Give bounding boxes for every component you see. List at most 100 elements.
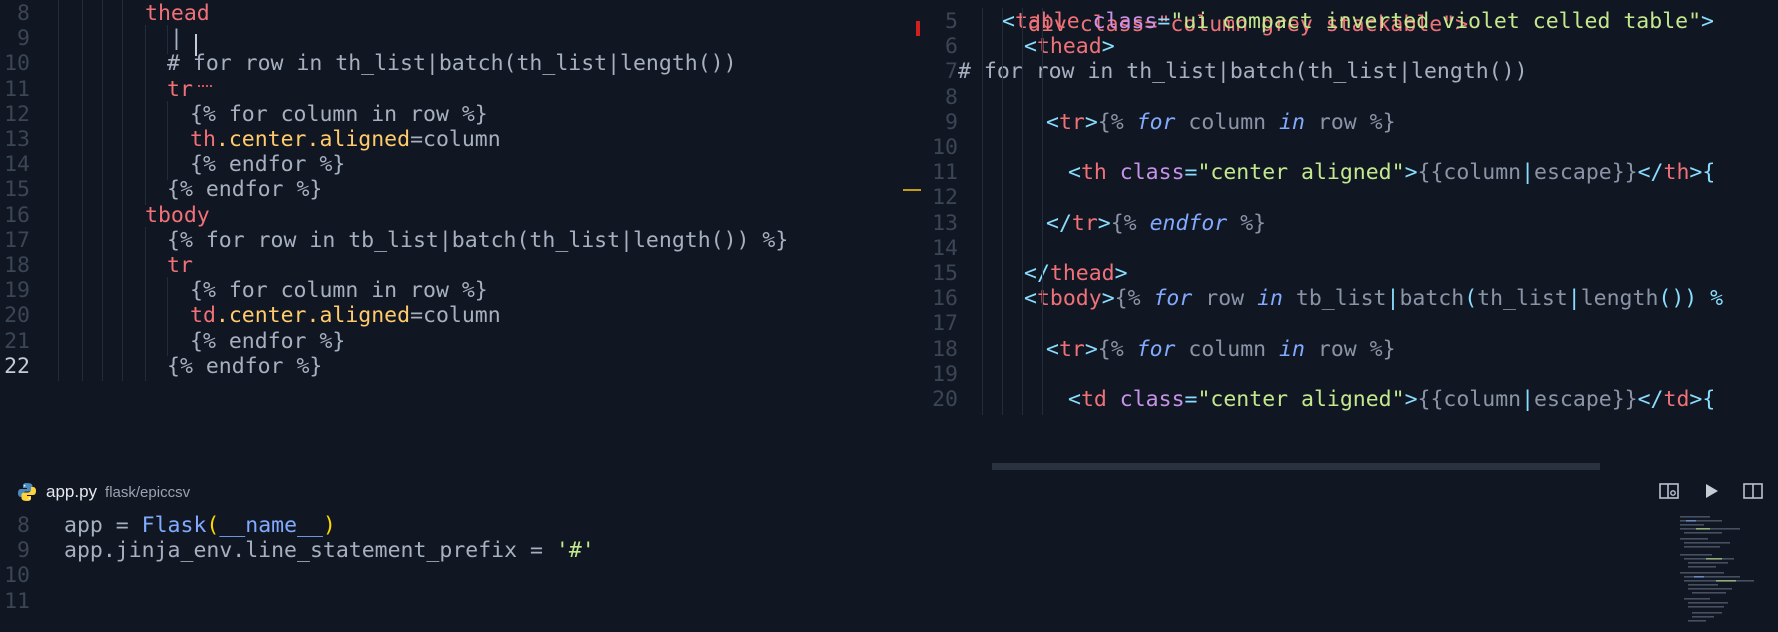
code-token: in [1257, 286, 1283, 312]
indent-guide [1042, 386, 1043, 415]
tab-app-py[interactable]: app.py flask/epiccsv [16, 479, 190, 505]
code-token: in [1279, 109, 1305, 135]
code-line[interactable]: 11 [0, 588, 1660, 617]
code-token: thead [145, 1, 210, 26]
indent-guide [982, 386, 983, 415]
code-token: app = [64, 513, 142, 538]
horizontal-scrollbar[interactable] [992, 463, 1600, 470]
minimap[interactable] [1676, 512, 1776, 628]
code-token: row %} [1304, 109, 1396, 135]
code-token: table [1014, 9, 1080, 34]
play-icon[interactable] [1698, 478, 1724, 504]
code-token: {{column [1417, 160, 1522, 186]
line-number: 22 [4, 353, 30, 379]
tab-filename: app.py [46, 482, 98, 501]
code-token: > [1097, 210, 1111, 236]
code-token: '#' [555, 538, 595, 564]
split-editor-icon[interactable] [1740, 478, 1766, 504]
code-token: | [170, 26, 183, 52]
code-token: < [1002, 9, 1015, 34]
code-token: tbody [145, 202, 210, 228]
code-token: %} [1227, 210, 1267, 236]
code-token: >{ [1689, 387, 1716, 412]
code-token: tr [167, 76, 193, 102]
code-token: # for row in th_list|batch(th_list|lengt… [167, 51, 737, 77]
code-token: > [1404, 160, 1418, 186]
indent-guide [82, 352, 83, 382]
code-token: td [1663, 387, 1690, 412]
code-token: =column [410, 303, 501, 329]
code-token: | [1521, 160, 1535, 186]
indent-guide [145, 352, 146, 382]
code-token: > [1114, 261, 1128, 286]
code-token: {% [1097, 109, 1137, 135]
code-token: tr [1071, 210, 1098, 236]
code-token: =column [410, 127, 501, 152]
code-token: ( [1464, 286, 1478, 312]
line-number: 11 [4, 588, 30, 614]
code-token: < [1024, 286, 1037, 312]
code-token: __name__ [219, 513, 323, 538]
indent-guide [122, 352, 123, 382]
warning-scroll-marker[interactable] [903, 189, 921, 191]
code-token: .center [215, 127, 307, 152]
code-token: {{column [1417, 387, 1522, 412]
code-token: </ [1024, 261, 1050, 286]
error-squiggle [198, 82, 212, 87]
code-token: = [1184, 160, 1198, 186]
code-token: {% for column in row %} [190, 101, 488, 127]
code-token: < [1024, 34, 1037, 60]
code-token: < [1046, 109, 1059, 135]
bottom-editor-pane[interactable]: 8 app = Flask(__name__) 9 app.jinja_env.lin… [0, 512, 1660, 628]
code-token: </ [1637, 387, 1664, 412]
code-token: {% for column in row %} [190, 278, 488, 304]
code-token: "center aligned" [1197, 387, 1405, 412]
editor-tab-bar: app.py flask/epiccsv [0, 470, 1778, 512]
code-token: {% endfor %} [190, 152, 346, 178]
code-token: th [190, 127, 216, 152]
code-token: > [1101, 286, 1115, 312]
code-token: ( [206, 513, 220, 538]
code-token: {% endfor %} [190, 328, 346, 354]
code-token: > [1084, 109, 1098, 135]
error-scroll-marker[interactable] [916, 21, 920, 36]
code-token: | [1386, 286, 1400, 312]
right-editor-pane[interactable]: div class="column grey stackable"> 5 <tab… [918, 0, 1778, 470]
code-token: {% [1097, 336, 1137, 362]
code-token: app.jinja_env.line_statement_prefix = [64, 538, 556, 564]
code-token: "center aligned" [1197, 160, 1405, 186]
code-token: length [1580, 286, 1659, 312]
split-preview-icon[interactable] [1656, 478, 1682, 504]
code-token: {% endfor %} [167, 353, 323, 379]
code-token: > [1101, 34, 1115, 60]
code-token: </ [1046, 210, 1072, 236]
code-token: {% [1110, 210, 1150, 236]
code-token: column [1175, 336, 1280, 362]
code-token: for [1136, 109, 1176, 135]
code-token: > [1084, 336, 1098, 362]
left-editor-pane[interactable]: 8 thead 9 | 10 # for row in th_list|batch(th_… [0, 0, 918, 464]
code-token: Flask [141, 513, 207, 538]
line-number: 20 [932, 387, 958, 412]
code-token: .aligned [306, 303, 411, 329]
python-icon [16, 481, 38, 503]
code-line[interactable]: 22 {% endfor %} [0, 352, 918, 382]
code-token: td [1080, 387, 1107, 412]
tab-path: flask/epiccsv [105, 483, 191, 501]
code-token: ()) % [1658, 286, 1724, 312]
code-token: {% for row in tb_list|batch(th_list|leng… [167, 227, 789, 253]
code-token: row [1192, 286, 1258, 312]
code-line[interactable]: 20 <td class="center aligned">{{column|es… [918, 386, 1778, 415]
code-token: tr [167, 253, 193, 278]
line-code: <td class="center aligned">{{column|esca… [1068, 386, 1715, 415]
code-token: > [1701, 9, 1714, 34]
code-token: th [1663, 160, 1690, 186]
code-token: column [1175, 109, 1280, 135]
code-token: | [1567, 286, 1581, 312]
code-token: class [1106, 160, 1185, 186]
code-token: < [1068, 387, 1081, 412]
code-token: for [1136, 336, 1176, 362]
code-token: thead [1036, 34, 1102, 60]
code-token: tr [1058, 336, 1085, 362]
code-token: row %} [1304, 336, 1396, 362]
